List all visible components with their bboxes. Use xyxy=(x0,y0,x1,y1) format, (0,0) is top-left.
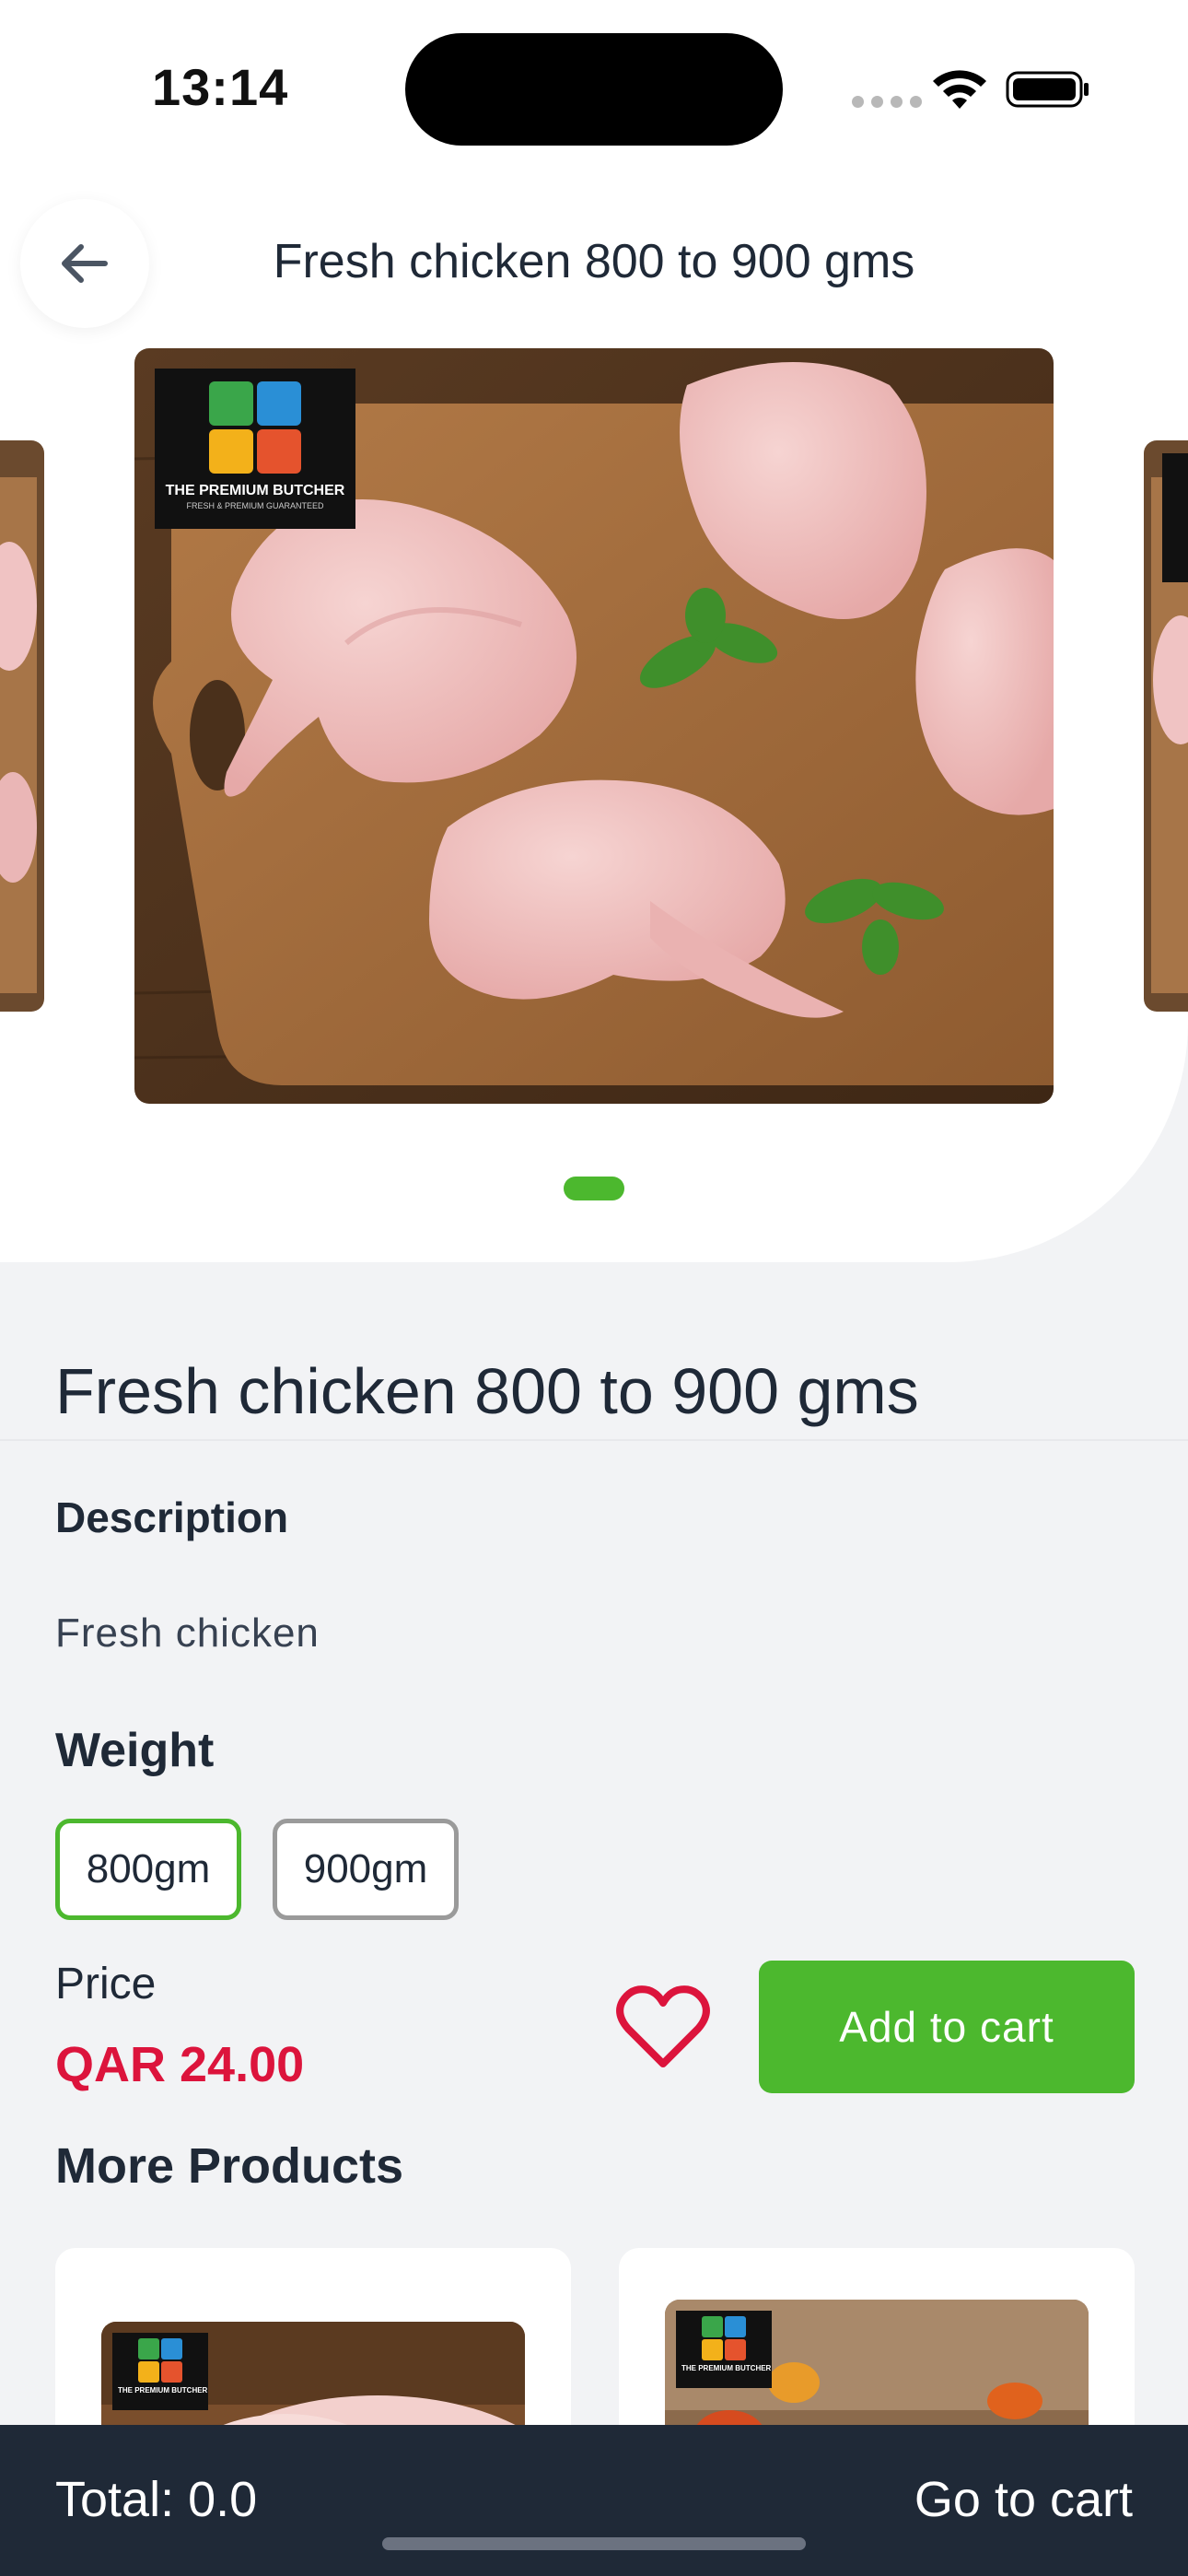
product-title: Fresh chicken 800 to 900 gms xyxy=(55,1355,919,1427)
back-button[interactable] xyxy=(20,199,149,328)
dynamic-island xyxy=(405,33,783,146)
brand-logo: THE PREMIUM BUTCHER FRESH & PREMIUM GUAR… xyxy=(155,369,355,529)
header-title: Fresh chicken 800 to 900 gms xyxy=(273,235,915,288)
brand-logo-text: THE PREMIUM BUTCHER xyxy=(165,483,345,498)
weight-option-900gm[interactable]: 900gm xyxy=(273,1819,459,1920)
heart-outline-icon xyxy=(616,1985,710,2067)
status-time: 13:14 xyxy=(152,58,289,116)
mini-brand-logo: THE PREMIUM BUTCHER xyxy=(112,2333,208,2410)
weight-heading: Weight xyxy=(55,1724,215,1777)
description-text: Fresh chicken xyxy=(55,1610,320,1656)
go-to-cart-button[interactable]: Go to cart xyxy=(914,2471,1133,2528)
weight-option-800gm[interactable]: 800gm xyxy=(55,1819,241,1920)
add-to-cart-button[interactable]: Add to cart xyxy=(759,1961,1135,2093)
price-value: QAR 24.00 xyxy=(55,2037,305,2092)
product-image[interactable]: THE PREMIUM BUTCHER FRESH & PREMIUM GUAR… xyxy=(134,348,1054,1104)
carousel-prev-image[interactable] xyxy=(0,440,44,1012)
status-bar: 13:14 xyxy=(0,0,1188,175)
signal-dots-icon xyxy=(852,96,922,108)
bottom-cart-bar: Total: 0.0 Go to cart xyxy=(0,2425,1188,2576)
price-label: Price xyxy=(55,1960,157,2008)
more-products-heading: More Products xyxy=(55,2138,404,2194)
cart-total: Total: 0.0 xyxy=(55,2472,258,2527)
brand-logo-subtext: FRESH & PREMIUM GUARANTEED xyxy=(186,501,324,510)
mini-brand-logo: THE PREMIUM BUTCHER xyxy=(676,2311,772,2388)
battery-icon xyxy=(1006,71,1089,108)
wifi-icon xyxy=(933,70,986,109)
arrow-left-icon xyxy=(62,244,108,283)
carousel-page-indicator xyxy=(564,1177,624,1200)
divider xyxy=(0,1439,1188,1441)
carousel-next-image[interactable] xyxy=(1144,440,1188,1012)
home-indicator[interactable] xyxy=(382,2537,806,2550)
description-heading: Description xyxy=(55,1493,289,1541)
favorite-button[interactable] xyxy=(608,1972,718,2082)
